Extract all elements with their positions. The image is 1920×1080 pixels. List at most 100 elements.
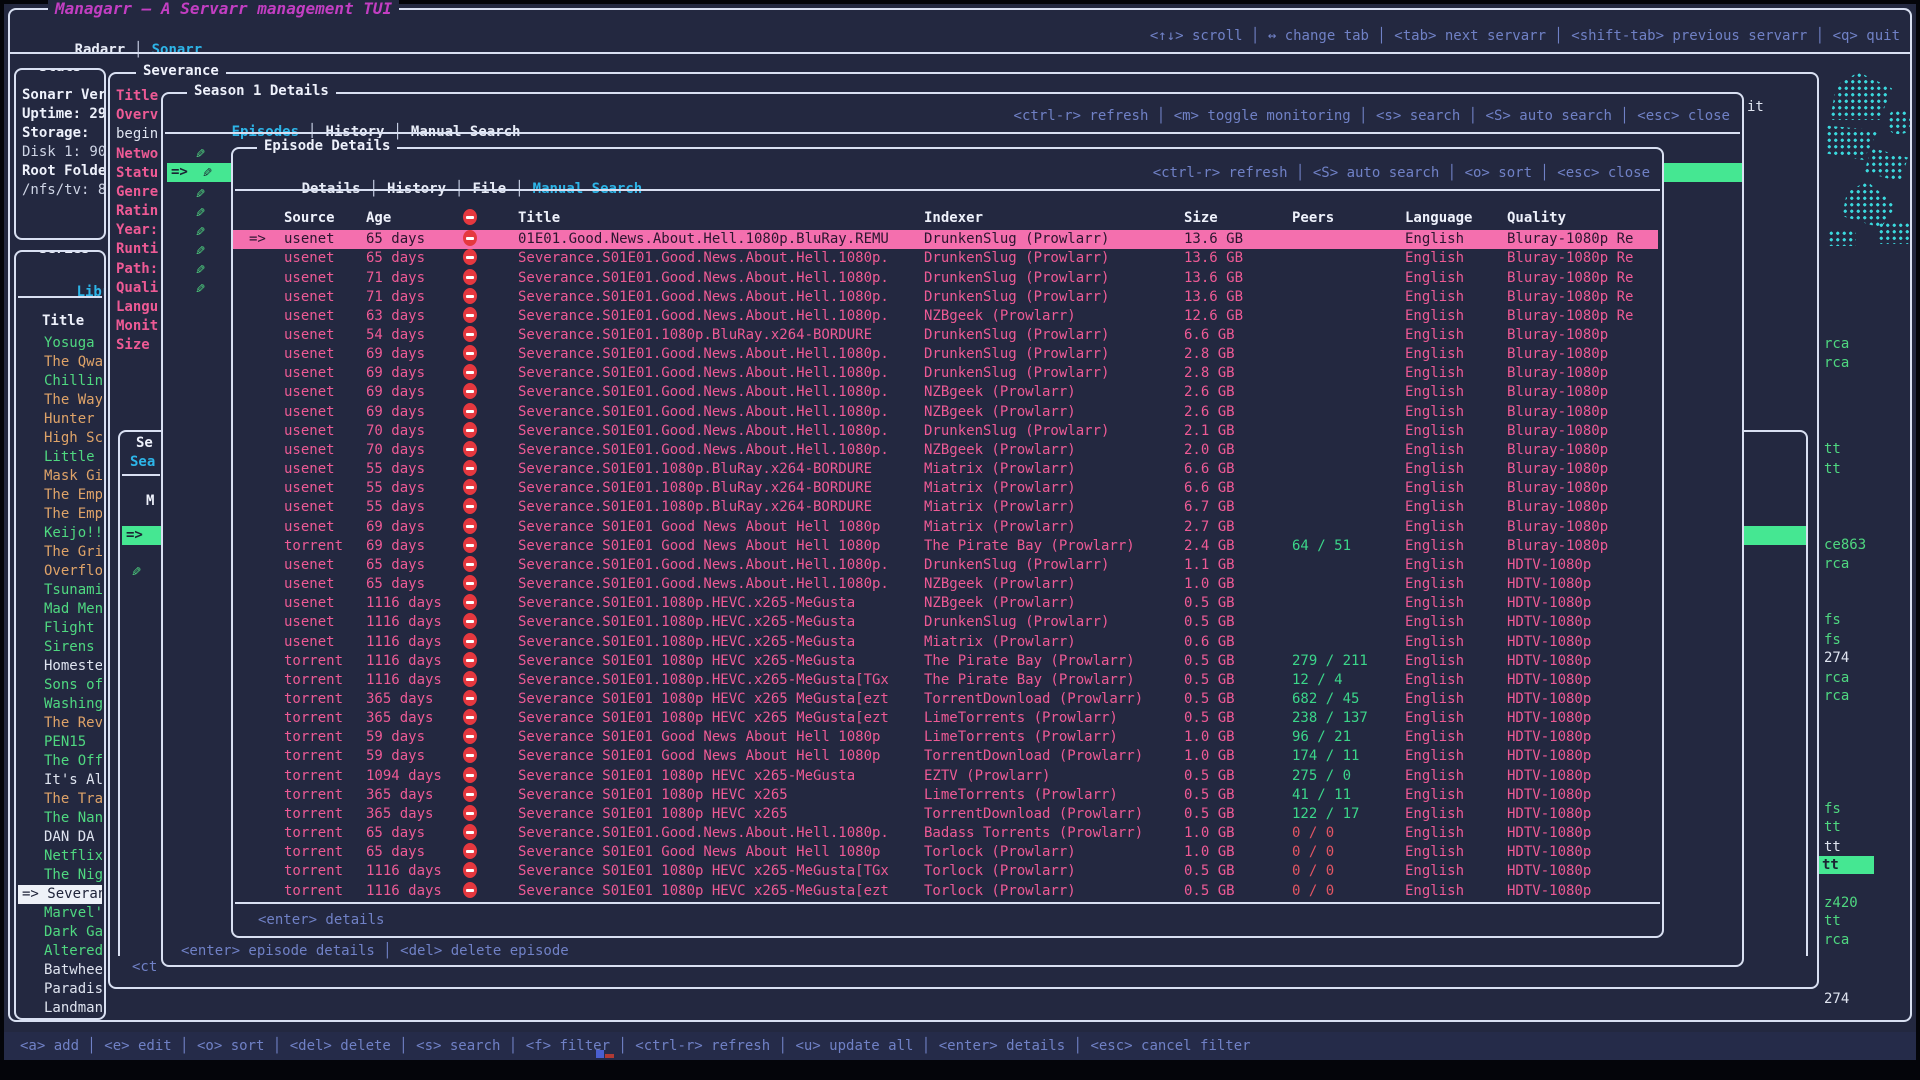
release-row[interactable]: torrent365 daysSeverance S01E01 1080p HE… xyxy=(233,709,1658,728)
release-row[interactable]: usenet63 daysSeverance.S01E01.Good.News.… xyxy=(233,307,1658,326)
series-row[interactable]: The Gri xyxy=(18,543,102,562)
release-row[interactable]: torrent1116 daysSeverance S01E01 1080p H… xyxy=(233,862,1658,881)
series-row[interactable]: Overflo xyxy=(18,562,102,581)
col-size[interactable]: Size xyxy=(1184,209,1292,228)
release-row[interactable]: usenet71 daysSeverance.S01E01.Good.News.… xyxy=(233,268,1658,287)
release-row[interactable]: usenet71 daysSeverance.S01E01.Good.News.… xyxy=(233,288,1658,307)
release-row[interactable]: torrent1116 daysSeverance S01E01 1080p H… xyxy=(233,881,1658,900)
series-row[interactable]: Batwhee xyxy=(18,961,102,980)
series-row[interactable]: Landman xyxy=(18,999,102,1016)
monitor-tag-icon[interactable]: ✎ xyxy=(196,184,205,202)
series-row[interactable]: Sirens xyxy=(18,638,102,657)
series-row[interactable]: Marvel' xyxy=(18,904,102,923)
series-row[interactable]: Mad Men xyxy=(18,600,102,619)
release-row[interactable]: usenet1116 daysSeverance.S01E01.1080p.HE… xyxy=(233,632,1658,651)
monitor-tag-icon[interactable]: ✎ xyxy=(196,144,205,162)
release-source: torrent xyxy=(284,843,366,862)
release-row[interactable]: usenet55 daysSeverance.S01E01.1080p.BluR… xyxy=(233,460,1658,479)
release-row[interactable]: usenet69 daysSeverance.S01E01.Good.News.… xyxy=(233,383,1658,402)
series-row[interactable]: PEN15 xyxy=(18,733,102,752)
release-row[interactable]: usenet65 daysSeverance.S01E01.Good.News.… xyxy=(233,249,1658,268)
release-row[interactable]: usenet70 daysSeverance.S01E01.Good.News.… xyxy=(233,422,1658,441)
release-language: English xyxy=(1405,518,1507,537)
release-row[interactable]: torrent365 daysSeverance S01E01 1080p HE… xyxy=(233,805,1658,824)
tab-radarr[interactable]: Radarr xyxy=(75,42,126,58)
series-row[interactable]: High Sc xyxy=(18,429,102,448)
release-row[interactable]: torrent65 daysSeverance S01E01 Good News… xyxy=(233,843,1658,862)
release-row[interactable]: torrent69 daysSeverance S01E01 Good News… xyxy=(233,537,1658,556)
col-age[interactable]: Age xyxy=(366,209,463,228)
series-row[interactable]: Chillin xyxy=(18,372,102,391)
col-indexer[interactable]: Indexer xyxy=(924,209,1184,228)
col-language[interactable]: Language xyxy=(1405,209,1507,228)
col-quality[interactable]: Quality xyxy=(1507,209,1658,228)
series-row[interactable]: The Rev xyxy=(18,714,102,733)
monitor-tag-icon[interactable]: ✎ xyxy=(196,279,205,297)
monitor-tag-icon[interactable]: ✎ xyxy=(196,222,205,240)
series-row[interactable]: It's Al xyxy=(18,771,102,790)
series-row[interactable]: Yosuga xyxy=(18,334,102,353)
series-row[interactable]: The Nan xyxy=(18,809,102,828)
release-row[interactable]: torrent365 daysSeverance S01E01 1080p HE… xyxy=(233,690,1658,709)
tab-sonarr[interactable]: Sonarr xyxy=(152,42,203,58)
release-row[interactable]: usenet55 daysSeverance.S01E01.1080p.BluR… xyxy=(233,498,1658,517)
release-row[interactable]: usenet69 daysSeverance.S01E01.Good.News.… xyxy=(233,364,1658,383)
series-row[interactable]: DAN DA xyxy=(18,828,102,847)
release-row[interactable]: usenet55 daysSeverance.S01E01.1080p.BluR… xyxy=(233,479,1658,498)
series-row[interactable]: The Off xyxy=(18,752,102,771)
col-title[interactable]: Title xyxy=(518,209,924,228)
series-row[interactable]: Flight xyxy=(18,619,102,638)
series-row[interactable]: Paradis xyxy=(18,980,102,999)
series-row[interactable]: Keijo!! xyxy=(18,524,102,543)
mini-window-tab[interactable]: Sea xyxy=(130,453,164,472)
series-row[interactable]: Homeste xyxy=(18,657,102,676)
series-row[interactable]: The Way xyxy=(18,391,102,410)
series-row[interactable]: Little xyxy=(18,448,102,467)
series-field-label: Overv xyxy=(116,106,162,125)
release-row[interactable]: torrent65 daysSeverance.S01E01.Good.News… xyxy=(233,824,1658,843)
release-row[interactable]: torrent365 daysSeverance S01E01 1080p HE… xyxy=(233,786,1658,805)
release-quality: HDTV-1080p xyxy=(1507,633,1658,652)
series-row[interactable]: Altered xyxy=(18,942,102,961)
series-row[interactable]: Tsunami xyxy=(18,581,102,600)
monitor-tag-icon[interactable]: ✎ xyxy=(132,562,141,580)
col-peers[interactable]: Peers xyxy=(1292,209,1405,228)
release-row[interactable]: usenet69 daysSeverance.S01E01.Good.News.… xyxy=(233,403,1658,422)
series-row[interactable]: The Nig xyxy=(18,866,102,885)
release-indexer: DrunkenSlug (Prowlarr) xyxy=(924,288,1184,307)
series-row-selected[interactable]: => Severan xyxy=(18,885,102,904)
cursor-artifact xyxy=(596,1050,604,1058)
monitor-tag-icon[interactable]: ✎ xyxy=(196,241,205,259)
episode-details-footer-keybinds: <enter> details xyxy=(258,911,558,930)
series-row[interactable]: Netflix xyxy=(18,847,102,866)
release-row[interactable]: usenet69 daysSeverance S01E01 Good News … xyxy=(233,518,1658,537)
series-row[interactable]: The Tra xyxy=(18,790,102,809)
release-row[interactable]: torrent1116 daysSeverance S01E01 1080p H… xyxy=(233,652,1658,671)
release-row[interactable]: usenet65 daysSeverance.S01E01.Good.News.… xyxy=(233,556,1658,575)
monitor-tag-icon[interactable]: ✎ xyxy=(196,203,205,221)
series-row[interactable]: Hunter xyxy=(18,410,102,429)
release-row[interactable]: torrent59 daysSeverance S01E01 Good News… xyxy=(233,728,1658,747)
release-row[interactable]: torrent59 daysSeverance S01E01 Good News… xyxy=(233,747,1658,766)
release-indexer: NZBgeek (Prowlarr) xyxy=(924,307,1184,326)
series-row[interactable]: The Emp xyxy=(18,486,102,505)
release-row[interactable]: usenet1116 daysSeverance.S01E01.1080p.HE… xyxy=(233,613,1658,632)
series-row[interactable]: Washing xyxy=(18,695,102,714)
release-row[interactable]: usenet69 daysSeverance.S01E01.Good.News.… xyxy=(233,345,1658,364)
series-row[interactable]: The Qwa xyxy=(18,353,102,372)
series-row[interactable]: The Emp xyxy=(18,505,102,524)
monitor-tag-icon[interactable]: ✎ xyxy=(196,260,205,278)
series-row[interactable]: Dark Ga xyxy=(18,923,102,942)
release-row[interactable]: usenet65 daysSeverance.S01E01.Good.News.… xyxy=(233,575,1658,594)
release-row[interactable]: usenet1116 daysSeverance.S01E01.1080p.HE… xyxy=(233,594,1658,613)
series-row[interactable]: Mask Gi xyxy=(18,467,102,486)
monitor-tag-icon[interactable]: ✎ xyxy=(203,163,212,182)
release-row-selected[interactable]: =>usenet65 days01E01.Good.News.About.Hel… xyxy=(233,230,1658,249)
col-source[interactable]: Source xyxy=(284,209,366,228)
release-row[interactable]: torrent1116 daysSeverance.S01E01.1080p.H… xyxy=(233,671,1658,690)
release-row[interactable]: usenet70 daysSeverance.S01E01.Good.News.… xyxy=(233,441,1658,460)
release-size: 12.6 GB xyxy=(1184,307,1292,326)
series-row[interactable]: Sons of xyxy=(18,676,102,695)
release-row[interactable]: torrent1094 daysSeverance S01E01 1080p H… xyxy=(233,767,1658,786)
release-row[interactable]: usenet54 daysSeverance.S01E01.1080p.BluR… xyxy=(233,326,1658,345)
